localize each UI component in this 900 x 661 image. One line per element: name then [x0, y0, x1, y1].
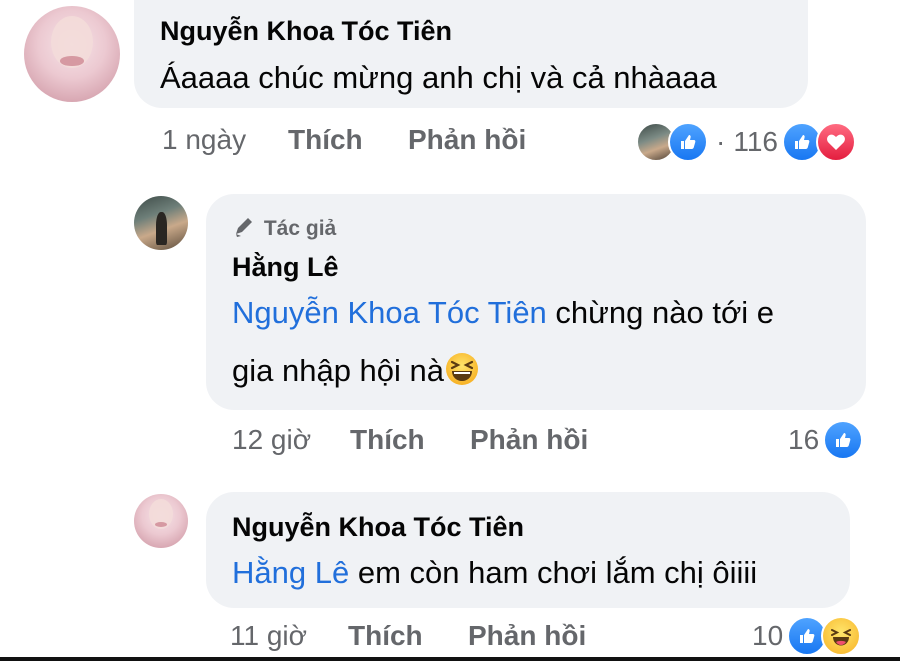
grinning-squinting-face-icon — [446, 353, 479, 385]
reaction-count: 10 — [752, 620, 784, 651]
mention-link[interactable]: Nguyễn Khoa Tóc Tiên — [232, 295, 547, 330]
author-badge-label: Tác giả — [263, 217, 337, 240]
comment-text: Áaaaa chúc mừng anh chị và cả nhàaaa — [160, 60, 717, 95]
haha-icon — [821, 616, 862, 656]
comment-author[interactable]: Nguyễn Khoa Tóc Tiên — [232, 512, 524, 543]
reply-button[interactable]: Phản hồi — [470, 424, 588, 456]
bottom-border — [0, 657, 900, 661]
like-icon — [668, 122, 708, 162]
comment-time[interactable]: 1 ngày — [162, 124, 246, 156]
pencil-icon — [236, 218, 252, 237]
like-icon — [823, 420, 864, 460]
reaction-summary[interactable]: · 116 — [636, 122, 856, 162]
comment-text-line1: chừng nào tới e — [546, 295, 775, 330]
reply-button[interactable]: Phản hồi — [468, 620, 586, 652]
comment-time[interactable]: 12 giờ — [232, 424, 311, 456]
like-button[interactable]: Thích — [348, 620, 423, 652]
reaction-count: 16 — [788, 424, 820, 455]
comment-author[interactable]: Hằng Lê — [232, 252, 339, 283]
comment-text: Nguyễn Khoa Tóc Tiên chừng nào tới e — [232, 290, 774, 336]
mention-link[interactable]: Hằng Lê — [232, 555, 349, 590]
comment-time[interactable]: 11 giờ — [230, 620, 307, 652]
comment-text-line2: gia nhập hội nà — [232, 353, 445, 388]
avatar[interactable] — [24, 6, 120, 102]
like-button[interactable]: Thích — [288, 124, 363, 156]
reply-button[interactable]: Phản hồi — [408, 124, 526, 156]
avatar[interactable] — [134, 494, 188, 548]
comment-text: Hằng Lê em còn ham chơi lắm chị ôiiii — [232, 550, 757, 596]
author-badge: Tác giả — [232, 216, 336, 241]
reaction-summary[interactable]: 10 — [752, 616, 862, 656]
reaction-count: 116 — [733, 126, 778, 157]
comment-text-line2-wrap: gia nhập hội nà — [232, 348, 480, 394]
avatar[interactable] — [134, 196, 188, 250]
like-button[interactable]: Thích — [350, 424, 425, 456]
love-icon — [815, 122, 856, 162]
comment-author[interactable]: Nguyễn Khoa Tóc Tiên — [160, 16, 452, 47]
separator-dot: · — [716, 126, 726, 157]
reaction-summary[interactable]: 16 — [788, 420, 864, 460]
comment-text-body: em còn ham chơi lắm chị ôiiii — [349, 555, 758, 590]
